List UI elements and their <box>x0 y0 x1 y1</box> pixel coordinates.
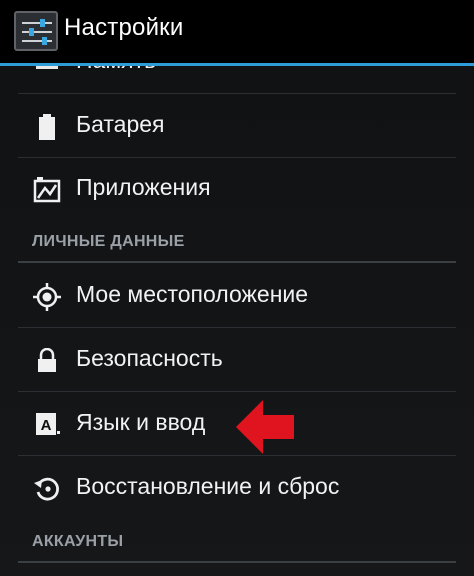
settings-sliders-icon[interactable] <box>14 11 58 51</box>
settings-item-label: Батарея <box>76 111 165 137</box>
section-header-text: ЛИЧНЫЕ ДАННЫЕ <box>32 233 185 250</box>
settings-item-security[interactable]: Безопасность <box>0 329 474 392</box>
divider <box>18 93 456 94</box>
settings-item-label: Память <box>76 66 156 74</box>
apps-icon <box>32 175 62 205</box>
section-divider <box>18 561 456 563</box>
section-divider <box>18 261 456 263</box>
language-icon: A <box>32 410 62 440</box>
action-bar: Настройки <box>0 0 474 63</box>
settings-item-storage[interactable]: Память <box>0 66 474 94</box>
svg-text:A: A <box>41 417 52 434</box>
section-header-text: АККАУНТЫ <box>32 533 124 550</box>
page-title: Настройки <box>64 14 184 41</box>
location-icon <box>32 282 62 312</box>
settings-item-location[interactable]: Мое местоположение <box>0 265 474 328</box>
section-header-accounts: АККАУНТЫ <box>0 521 474 563</box>
settings-item-label: Язык и ввод <box>76 409 206 435</box>
battery-icon <box>32 112 62 142</box>
settings-item-apps[interactable]: Приложения <box>0 158 474 221</box>
red-arrow-icon <box>236 400 294 454</box>
lock-icon <box>32 346 62 376</box>
settings-item-label: Приложения <box>76 174 211 200</box>
restore-icon <box>32 474 62 504</box>
section-header-personal: ЛИЧНЫЕ ДАННЫЕ <box>0 221 474 263</box>
settings-item-battery[interactable]: Батарея <box>0 95 474 158</box>
settings-item-label: Безопасность <box>76 345 223 371</box>
settings-list[interactable]: Память Батарея Приложения ЛИЧНЫЕ ДАННЫЕ <box>0 66 474 576</box>
settings-item-label: Мое местоположение <box>76 281 309 307</box>
divider <box>18 455 456 456</box>
storage-icon <box>32 66 62 78</box>
settings-item-backup-reset[interactable]: Восстановление и сброс <box>0 457 474 520</box>
divider <box>18 391 456 392</box>
settings-item-label: Восстановление и сброс <box>76 473 340 499</box>
divider <box>18 327 456 328</box>
